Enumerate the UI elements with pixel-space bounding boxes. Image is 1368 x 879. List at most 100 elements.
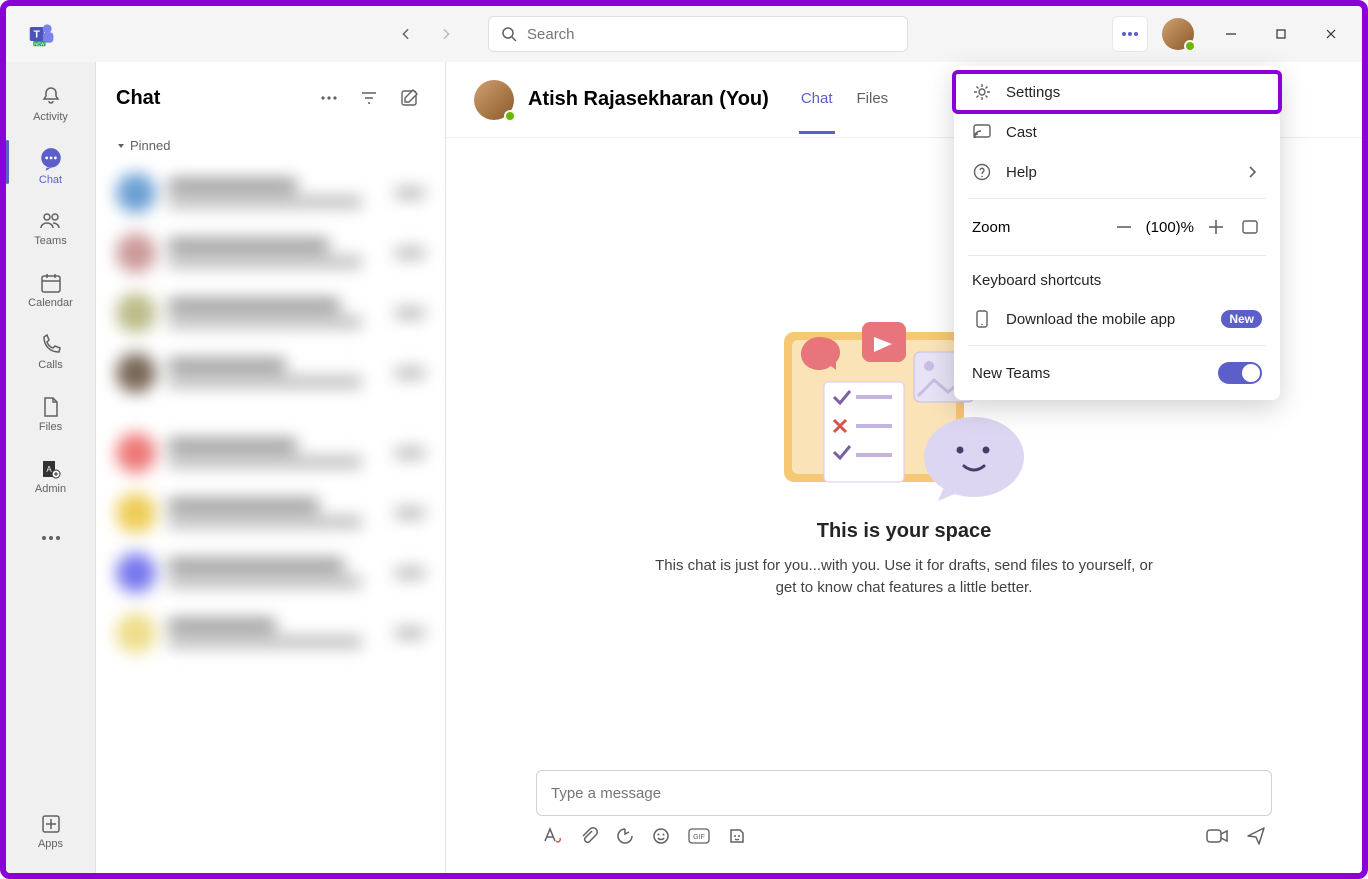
svg-text:GIF: GIF xyxy=(693,834,705,841)
chat-list-pane: Chat Pinned xyxy=(96,62,446,873)
format-icon[interactable] xyxy=(542,827,562,850)
bell-icon xyxy=(39,85,63,109)
rail-label: Chat xyxy=(39,174,62,186)
rail-active-indicator xyxy=(6,140,9,184)
teams-logo-icon: TNEW xyxy=(28,20,56,48)
menu-keyboard-shortcuts[interactable]: Keyboard shortcuts xyxy=(954,262,1280,299)
chat-list-title: Chat xyxy=(116,87,305,110)
cast-icon xyxy=(972,122,992,142)
minimize-button[interactable] xyxy=(1208,16,1254,52)
pinned-label: Pinned xyxy=(130,138,170,153)
svg-text:T: T xyxy=(34,29,41,41)
menu-zoom: Zoom (100)% xyxy=(954,205,1280,249)
new-badge: New xyxy=(1221,310,1262,328)
gif-icon[interactable]: GIF xyxy=(688,828,710,849)
rail-label: Apps xyxy=(38,838,63,850)
send-icon[interactable] xyxy=(1246,826,1266,851)
forward-button[interactable] xyxy=(428,16,464,52)
menu-new-teams[interactable]: New Teams xyxy=(954,352,1280,394)
presence-available-icon xyxy=(504,110,516,122)
titlebar: TNEW xyxy=(6,6,1362,62)
zoom-in-button[interactable] xyxy=(1204,215,1228,239)
rail-more[interactable] xyxy=(17,510,85,566)
people-icon xyxy=(39,209,63,233)
menu-label: Cast xyxy=(1006,124,1037,141)
rail-label: Teams xyxy=(34,235,66,247)
chat-list-blurred xyxy=(96,157,445,873)
rail-files[interactable]: Files xyxy=(17,386,85,442)
file-icon xyxy=(39,395,63,419)
menu-settings[interactable]: Settings xyxy=(954,72,1280,112)
admin-icon: A xyxy=(39,457,63,481)
maximize-button[interactable] xyxy=(1258,16,1304,52)
profile-avatar[interactable] xyxy=(1162,18,1194,50)
close-button[interactable] xyxy=(1308,16,1354,52)
rail-label: Calendar xyxy=(28,297,73,309)
chat-more-button[interactable] xyxy=(313,82,345,114)
rail-calendar[interactable]: Calendar xyxy=(17,262,85,318)
app-rail: Activity Chat Teams Calendar Calls Files xyxy=(6,62,96,873)
help-icon xyxy=(972,162,992,182)
ellipsis-icon xyxy=(41,535,61,541)
video-clip-icon[interactable] xyxy=(1206,828,1228,849)
rail-activity[interactable]: Activity xyxy=(17,76,85,132)
zoom-value: (100)% xyxy=(1146,219,1194,236)
menu-label: New Teams xyxy=(972,365,1204,382)
presence-available-icon xyxy=(1184,40,1196,52)
more-menu-button[interactable] xyxy=(1112,16,1148,52)
sticker-icon[interactable] xyxy=(728,827,746,850)
rail-calls[interactable]: Calls xyxy=(17,324,85,380)
conversation-title: Atish Rajasekharan (You) xyxy=(528,88,769,111)
pinned-section[interactable]: Pinned xyxy=(96,134,445,157)
app-window: TNEW Activity Chat Te xyxy=(0,0,1368,879)
rail-label: Calls xyxy=(38,359,62,371)
menu-download-mobile[interactable]: Download the mobile app New xyxy=(954,299,1280,339)
filter-button[interactable] xyxy=(353,82,385,114)
rail-admin[interactable]: A Admin xyxy=(17,448,85,504)
chevron-down-icon xyxy=(116,141,126,151)
tab-files[interactable]: Files xyxy=(855,66,891,134)
fullscreen-button[interactable] xyxy=(1238,215,1262,239)
svg-text:NEW: NEW xyxy=(34,41,45,46)
rail-label: Admin xyxy=(35,483,66,495)
gear-icon xyxy=(972,82,992,102)
empty-title: This is your space xyxy=(817,520,992,543)
search-box[interactable] xyxy=(488,16,908,52)
menu-label: Download the mobile app xyxy=(1006,311,1207,328)
emoji-icon[interactable] xyxy=(652,827,670,850)
chat-icon xyxy=(38,146,64,172)
compose-area: GIF xyxy=(536,770,1272,851)
message-box[interactable] xyxy=(536,770,1272,816)
back-button[interactable] xyxy=(388,16,424,52)
message-input[interactable] xyxy=(551,785,1257,802)
loop-icon[interactable] xyxy=(616,827,634,850)
menu-cast[interactable]: Cast xyxy=(954,112,1280,152)
menu-label: Keyboard shortcuts xyxy=(972,272,1101,289)
new-chat-button[interactable] xyxy=(393,82,425,114)
empty-subtitle: This chat is just for you...with you. Us… xyxy=(644,555,1164,600)
rail-label: Files xyxy=(39,421,62,433)
zoom-out-button[interactable] xyxy=(1112,215,1136,239)
calendar-icon xyxy=(39,271,63,295)
apps-icon xyxy=(39,812,63,836)
menu-label: Settings xyxy=(1006,84,1060,101)
compose-toolbar: GIF xyxy=(536,816,1272,851)
new-teams-toggle[interactable] xyxy=(1218,362,1262,384)
phone-icon xyxy=(39,333,63,357)
menu-help[interactable]: Help xyxy=(954,152,1280,192)
mobile-icon xyxy=(972,309,992,329)
attach-icon[interactable] xyxy=(580,827,598,850)
search-input[interactable] xyxy=(527,26,895,43)
chevron-right-icon xyxy=(1242,162,1262,182)
conversation-avatar[interactable] xyxy=(474,80,514,120)
rail-apps[interactable]: Apps xyxy=(17,803,85,859)
settings-menu: Settings Cast Help Zoom (100)% Keyboard … xyxy=(954,66,1280,400)
zoom-label: Zoom xyxy=(972,219,1102,236)
rail-label: Activity xyxy=(33,111,68,123)
rail-chat[interactable]: Chat xyxy=(17,138,85,194)
menu-label: Help xyxy=(1006,164,1228,181)
svg-text:A: A xyxy=(46,465,52,474)
tab-chat[interactable]: Chat xyxy=(799,66,835,134)
rail-teams[interactable]: Teams xyxy=(17,200,85,256)
search-icon xyxy=(501,26,517,42)
